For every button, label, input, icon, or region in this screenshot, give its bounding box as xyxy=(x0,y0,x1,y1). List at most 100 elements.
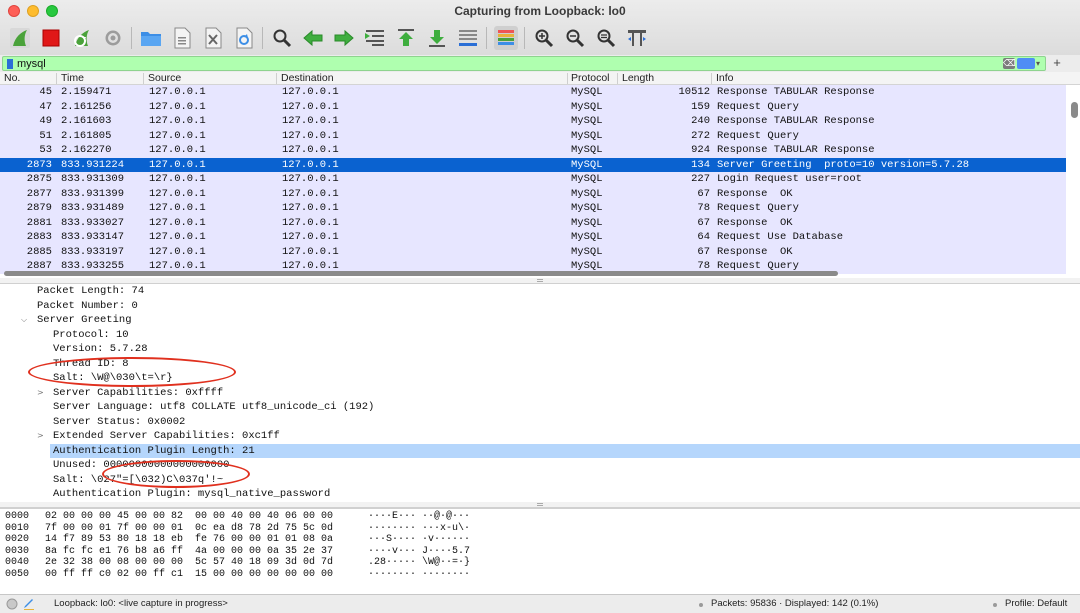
go-to-packet-icon[interactable] xyxy=(363,26,387,50)
detail-tree-label: Authentication Plugin Length: 21 xyxy=(53,444,255,457)
packet-bytes-pane: 0000 02 00 00 00 45 00 00 82 00 00 40 00 … xyxy=(0,508,1080,594)
hex-dump-row[interactable]: 0040 2e 32 38 00 08 00 00 00 5c 57 40 18 … xyxy=(0,557,1080,569)
packet-cell-length: 64 xyxy=(697,231,710,243)
packet-cell-time: 2.161603 xyxy=(61,115,112,127)
detail-tree-item[interactable]: > Server Capabilities: 0xffff xyxy=(0,386,1080,401)
hex-offset: 0020 xyxy=(5,534,30,545)
packet-row[interactable]: 2875 833.931309 127.0.0.1 127.0.0.1 MySQL 227… xyxy=(0,172,1066,187)
status-profile[interactable]: Profile: Default xyxy=(1005,595,1067,613)
shark-fin-start-icon[interactable] xyxy=(8,26,32,50)
detail-tree-item[interactable]: Server Language: utf8 COLLATE utf8_unico… xyxy=(0,400,1080,415)
column-header-time[interactable]: Time xyxy=(61,72,84,85)
packet-cell-protocol: MySQL xyxy=(571,86,603,98)
detail-tree-item[interactable]: Salt: \027"=[\032)C\037q'!~ xyxy=(0,473,1080,488)
detail-tree-item[interactable]: Salt: \W@\030\t=\r} xyxy=(0,371,1080,386)
bookmark-icon[interactable] xyxy=(7,59,13,69)
forward-arrow-icon[interactable] xyxy=(332,26,356,50)
apply-filter-arrow-icon[interactable] xyxy=(1017,58,1035,69)
reload-icon[interactable] xyxy=(232,26,256,50)
expand-chevron-icon[interactable]: > xyxy=(37,386,44,401)
autoscroll-icon[interactable] xyxy=(456,26,480,50)
packet-cell-time: 833.931309 xyxy=(61,173,125,185)
toolbar-separator xyxy=(262,27,263,49)
packet-row[interactable]: 51 2.161805 127.0.0.1 127.0.0.1 MySQL 272 Requ… xyxy=(0,128,1066,143)
column-header-protocol[interactable]: Protocol xyxy=(571,72,610,85)
hex-dump-row[interactable]: 0010 7f 00 00 01 7f 00 00 01 0c ea d8 78 … xyxy=(0,523,1080,535)
zoom-normal-icon[interactable] xyxy=(594,26,618,50)
detail-tree-item[interactable]: Authentication Plugin: mysql_native_pass… xyxy=(0,487,1080,502)
detail-tree-item[interactable]: Packet Number: 0 xyxy=(0,299,1080,314)
packet-row-selected[interactable]: 2873 833.931224 127.0.0.1 127.0.0.1 MySQL 134… xyxy=(0,157,1066,172)
save-file-icon[interactable] xyxy=(170,26,194,50)
detail-tree-label: Packet Length: 74 xyxy=(37,285,145,297)
clear-filter-icon[interactable]: ⌫ xyxy=(1003,58,1016,69)
packet-row[interactable]: 45 2.159471 127.0.0.1 127.0.0.1 MySQL 10512 Re… xyxy=(0,85,1066,100)
zoom-out-icon[interactable] xyxy=(563,26,587,50)
packet-row[interactable]: 2881 833.933027 127.0.0.1 127.0.0.1 MySQL 67 R… xyxy=(0,215,1066,230)
expand-chevron-icon[interactable]: > xyxy=(37,429,44,444)
status-interface: Loopback: lo0: <live capture in progress… xyxy=(54,598,228,609)
detail-tree-item[interactable]: > Extended Server Capabilities: 0xc1ff xyxy=(0,429,1080,444)
detail-tree-item[interactable]: Packet Length: 74 xyxy=(0,284,1080,299)
hex-ascii: ········ ···x-u\· xyxy=(368,522,471,534)
packet-row[interactable]: 53 2.162270 127.0.0.1 127.0.0.1 MySQL 924 Resp… xyxy=(0,143,1066,158)
stop-square-icon[interactable] xyxy=(39,26,63,50)
packet-list-horizontal-scrollbar[interactable] xyxy=(4,271,838,276)
hex-dump-row[interactable]: 0030 8a fc fc e1 76 b8 a6 ff 4a 00 00 00 … xyxy=(0,546,1080,558)
folder-open-icon[interactable] xyxy=(139,26,163,50)
close-file-icon[interactable] xyxy=(201,26,225,50)
detail-tree-item[interactable]: Thread ID: 8 xyxy=(0,357,1080,372)
zoom-in-icon[interactable] xyxy=(532,26,556,50)
packet-cell-info: Request Query xyxy=(717,202,799,214)
packet-cell-time: 833.931224 xyxy=(61,158,125,171)
packet-cell-source: 127.0.0.1 xyxy=(149,100,206,113)
detail-tree-item[interactable]: Authentication Plugin Length: 21 xyxy=(0,443,1080,458)
gear-options-icon[interactable] xyxy=(101,26,125,50)
packet-row[interactable]: 2877 833.931399 127.0.0.1 127.0.0.1 MySQL 67 R… xyxy=(0,186,1066,201)
packet-row[interactable]: 2883 833.933147 127.0.0.1 127.0.0.1 MySQL 64 R… xyxy=(0,230,1066,245)
packet-row[interactable]: 47 2.161256 127.0.0.1 127.0.0.1 MySQL 159 Requ… xyxy=(0,99,1066,114)
packet-row[interactable]: 2885 833.933197 127.0.0.1 127.0.0.1 MySQL 67 R… xyxy=(0,244,1066,259)
packet-row[interactable]: 49 2.161603 127.0.0.1 127.0.0.1 MySQL 240 Resp… xyxy=(0,114,1066,129)
packet-cell-source: 127.0.0.1 xyxy=(149,115,206,127)
hex-dump-row[interactable]: 0050 00 ff ff c0 02 00 ff c1 15 00 00 00 … xyxy=(0,569,1080,581)
resize-columns-icon[interactable] xyxy=(625,26,649,50)
packet-cell-destination: 127.0.0.1 xyxy=(282,187,339,200)
packet-cell-no: 2873 xyxy=(26,158,52,171)
column-header-info[interactable]: Info xyxy=(716,72,734,85)
filter-history-dropdown-icon[interactable]: ▾ xyxy=(1036,57,1044,70)
column-header-no[interactable]: No. xyxy=(4,72,20,85)
column-header-length[interactable]: Length xyxy=(622,72,654,85)
back-arrow-icon[interactable] xyxy=(301,26,325,50)
packet-cell-protocol: MySQL xyxy=(571,173,603,185)
packet-cell-destination: 127.0.0.1 xyxy=(282,216,339,229)
display-filter-value[interactable]: mysql xyxy=(17,57,46,71)
packet-cell-info: Request Query xyxy=(717,129,799,142)
packet-row[interactable]: 2879 833.931489 127.0.0.1 127.0.0.1 MySQL 78 R… xyxy=(0,201,1066,216)
restart-fin-icon[interactable] xyxy=(70,26,94,50)
column-header-destination[interactable]: Destination xyxy=(281,72,334,85)
colorize-icon[interactable] xyxy=(493,26,518,50)
packet-cell-time: 833.933027 xyxy=(61,216,125,229)
packet-cell-destination: 127.0.0.1 xyxy=(282,115,339,127)
hex-dump-row[interactable]: 0020 14 f7 89 53 80 18 18 eb fe 76 00 00 … xyxy=(0,534,1080,546)
collapse-chevron-icon[interactable]: ⌵ xyxy=(21,313,27,328)
expert-info-icon[interactable] xyxy=(6,597,20,613)
column-header-source[interactable]: Source xyxy=(148,72,181,85)
hex-hex: 7f 00 00 01 7f 00 00 01 0c ea d8 78 2d 7… xyxy=(45,522,334,534)
hex-dump-row[interactable]: 0000 02 00 00 00 45 00 00 82 00 00 40 00 … xyxy=(0,511,1080,523)
add-filter-button[interactable]: + xyxy=(1050,55,1064,71)
detail-tree-item[interactable]: Server Status: 0x0002 xyxy=(0,415,1080,430)
first-packet-icon[interactable] xyxy=(394,26,418,50)
detail-tree-item[interactable]: Unused: 00000000000000000000 xyxy=(0,458,1080,473)
hex-offset: 0030 xyxy=(5,545,30,557)
display-filter-input[interactable]: mysql ⌫ ▾ xyxy=(2,56,1046,71)
detail-tree-item[interactable]: Version: 5.7.28 xyxy=(0,342,1080,357)
capture-comment-icon[interactable] xyxy=(22,597,36,613)
hex-hex: 02 00 00 00 45 00 00 82 00 00 40 00 40 0… xyxy=(45,511,334,522)
detail-tree-item[interactable]: Protocol: 10 xyxy=(0,328,1080,343)
last-packet-icon[interactable] xyxy=(425,26,449,50)
packet-list-vertical-scrollbar[interactable] xyxy=(1071,102,1078,118)
find-magnifier-icon[interactable] xyxy=(270,26,294,50)
detail-tree-item[interactable]: ⌵ Server Greeting xyxy=(0,313,1080,328)
